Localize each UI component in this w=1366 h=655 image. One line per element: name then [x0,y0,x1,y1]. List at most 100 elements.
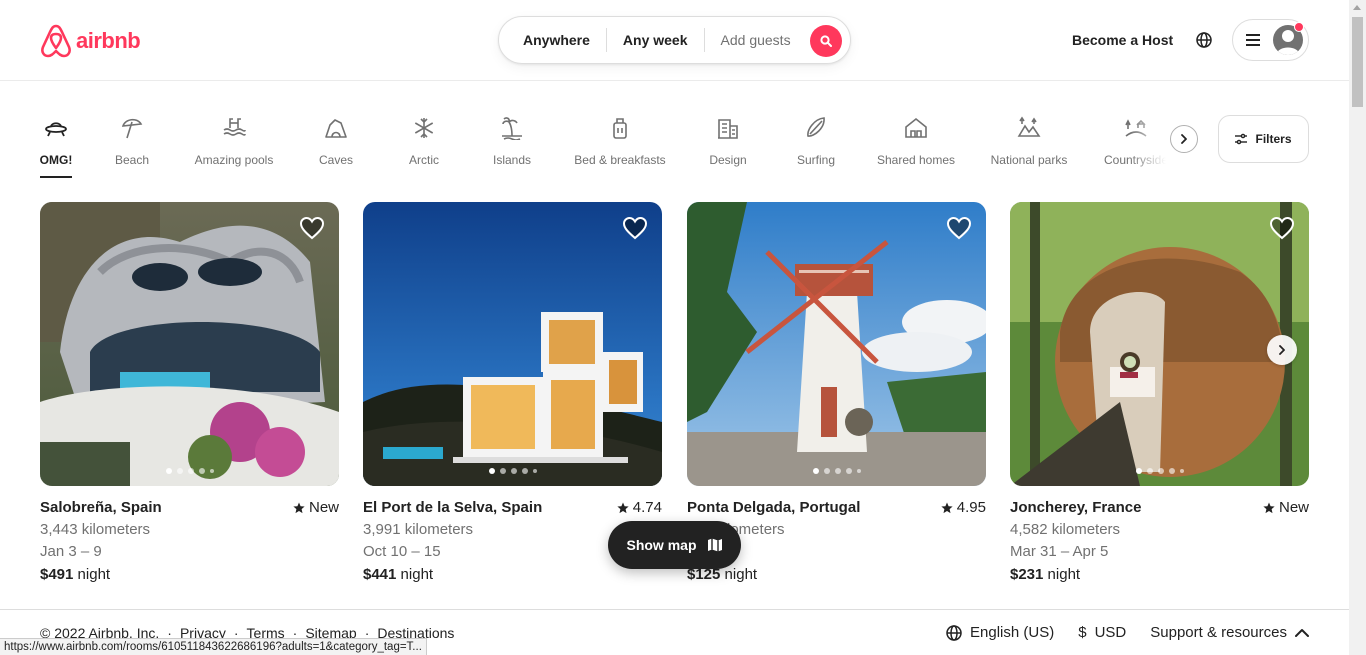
pagination-dot [845,468,852,474]
pagination-dot [521,468,528,474]
star-icon [1263,502,1275,513]
favorite-heart-icon[interactable] [299,216,325,240]
pagination-dot [209,469,214,473]
pagination-dot [1157,468,1164,474]
favorite-heart-icon[interactable] [622,216,648,240]
category-national-parks[interactable]: National parks [988,112,1070,178]
search-button[interactable] [810,25,842,57]
category-shared-homes[interactable]: Shared homes [875,112,957,178]
listing-photo[interactable] [40,202,339,486]
chevron-right-icon [1181,134,1187,144]
search-bar[interactable]: Anywhere Any week Add guests [498,16,851,64]
pagination-dot [1146,468,1153,474]
category-label: Arctic [409,153,439,167]
photo-next-button[interactable] [1267,335,1297,365]
listing-photo[interactable] [687,202,986,486]
category-bed-and-breakfasts[interactable]: Bed & breakfasts [572,112,668,178]
photo-pagination-dots [812,468,861,474]
currency-selector[interactable]: $ USD [1078,624,1126,641]
anywhere-button[interactable]: Anywhere [499,32,606,48]
listing-rating: New [293,499,339,516]
listing-price: $231 night [1010,566,1309,583]
brand-name: airbnb [76,28,141,53]
listing-image [40,202,339,486]
category-caves[interactable]: Caves [316,112,356,178]
category-label: Surfing [796,153,836,167]
footer-settings: English (US) $ USD Support & resources [946,624,1309,641]
category-surfing[interactable]: Surfing [795,112,837,178]
category-label: Beach [114,153,150,167]
category-label: Islands [492,153,532,167]
design-building-icon [718,119,738,139]
listing-info: Joncherey, France New 4,582 kilometers M… [1010,499,1309,583]
category-amazing-pools[interactable]: Amazing pools [192,112,276,178]
listing-photo[interactable] [1010,202,1309,486]
price-unit: night [400,566,434,583]
rating-value: New [1278,499,1309,516]
listing-distance: 3,443 kilometers [40,521,151,538]
category-design[interactable]: Design [708,112,748,178]
listing-price: $491 night [40,566,339,583]
show-map-button[interactable]: Show map [608,521,741,569]
listing-info: Salobreña, Spain New 3,443 kilometers Ja… [40,499,339,583]
pagination-dot [198,468,205,474]
pagination-dot [1168,468,1175,474]
listing-image [687,202,986,486]
price-amount: $231 [1010,566,1044,583]
page-scrollbar[interactable] [1349,0,1366,655]
any-week-button[interactable]: Any week [607,32,704,48]
category-label: Caves [318,153,353,167]
category-islands[interactable]: Islands [492,112,532,178]
map-icon [707,538,722,552]
pagination-dot [510,468,517,474]
pagination-dot [165,468,172,474]
listing-dates: Mar 31 – Apr 5 [1010,543,1109,560]
price-amount: $491 [40,566,74,583]
category-beach[interactable]: Beach [112,112,152,178]
language-selector[interactable]: English (US) [946,624,1054,641]
favorite-heart-icon[interactable] [1269,216,1295,240]
favorite-heart-icon[interactable] [946,216,972,240]
pagination-dot [823,468,830,474]
shared-home-icon [905,117,927,138]
category-bar: OMG! Beach Amazing pools Caves Arctic Is… [40,112,1170,180]
price-unit: night [77,566,111,583]
listing-distance: 4,582 kilometers [1010,521,1121,538]
category-omg[interactable]: OMG! [40,112,72,178]
cave-icon [325,119,347,138]
support-resources-button[interactable]: Support & resources [1150,624,1309,641]
listing-image [363,202,662,486]
active-category-indicator [40,176,72,178]
rating-value: New [308,499,339,516]
airbnb-logo[interactable]: airbnb [40,24,141,58]
category-label: Shared homes [876,153,956,167]
pagination-dot [499,468,506,474]
pagination-dot [176,468,183,474]
become-a-host-link[interactable]: Become a Host [1060,18,1185,62]
listing-card[interactable]: Salobreña, Spain New 3,443 kilometers Ja… [40,202,339,583]
listing-price: $441 night [363,566,662,583]
category-scroll-next-button[interactable] [1170,125,1198,153]
language-button[interactable] [1184,20,1224,60]
listing-photo[interactable] [363,202,662,486]
beach-umbrella-icon [121,118,143,139]
surfboard-icon [807,117,825,137]
scrollbar-thumb[interactable] [1352,17,1363,107]
category-arctic[interactable]: Arctic [404,112,444,178]
listing-rating: 4.74 [617,499,662,516]
currency-symbol: $ [1078,624,1087,641]
filters-icon [1235,133,1248,145]
filters-button[interactable]: Filters [1218,115,1309,163]
add-guests-button[interactable]: Add guests [705,32,807,48]
pagination-dot [812,468,819,474]
scroll-up-arrow-icon[interactable] [1353,5,1361,10]
pagination-dot [1135,468,1142,474]
language-label: English (US) [970,624,1055,641]
photo-pagination-dots [165,468,214,474]
status-bar-url: https://www.airbnb.com/rooms/61051184362… [0,638,427,655]
price-unit: night [1047,566,1081,583]
listing-card[interactable]: Joncherey, France New 4,582 kilometers M… [1010,202,1309,583]
support-label: Support & resources [1150,624,1287,641]
coffee-icon [613,118,627,139]
rating-value: 4.74 [632,499,662,516]
